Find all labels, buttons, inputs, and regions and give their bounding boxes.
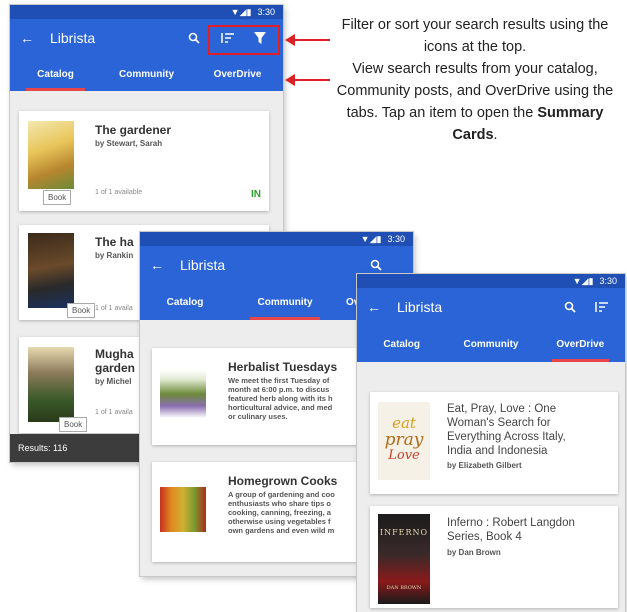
title-line: Series, Book 4 [447,531,522,543]
status-badge: IN [251,189,261,200]
screen-overdrive: ▼◢▮ 3:30 ← Librista Catalog Community Ov… [357,274,625,612]
app-title: Librista [180,257,226,273]
book-author: by Dan Brown [447,548,501,557]
back-arrow-icon[interactable]: ← [150,257,180,273]
tab-overdrive[interactable]: OverDrive [536,326,625,362]
annotation-arrow-tabs [285,74,330,86]
format-badge: Book [43,190,72,205]
search-icon[interactable] [363,259,389,271]
title-line: India and Indonesia [447,445,548,457]
post-title: Homegrown Cooks [228,474,338,488]
book-title: Inferno : Robert Langdon Series, Book 4 [447,516,575,544]
tab-catalog[interactable]: Catalog [140,284,230,320]
post-title: Herbalist Tuesdays [228,360,338,374]
book-title: The gardener [95,123,172,137]
sort-icon[interactable] [589,301,615,313]
app-title: Librista [397,299,443,315]
book-title-line2: garden [95,361,136,375]
highlight-box [208,25,280,55]
annotation-text: Filter or sort your search results using… [326,14,624,146]
tab-community[interactable]: Community [230,284,340,320]
cover-text: Love [388,448,420,463]
title-line: Inferno : Robert Langdon [447,517,575,529]
title-line: Woman's Search for [447,417,551,429]
tab-community[interactable]: Community [101,57,192,91]
status-time: 3:30 [387,234,405,244]
back-arrow-icon[interactable]: ← [367,299,397,315]
book-cover-image [28,233,74,308]
cover-text: DAN BROWN [386,585,422,591]
book-author: by Elizabeth Gilbert [447,461,522,470]
overdrive-card-eat-pray-love[interactable]: eat pray Love Eat, Pray, Love : One Woma… [370,392,618,494]
availability-text: 1 of 1 availa [95,305,133,312]
book-cover-image: INFERNO DAN BROWN [378,514,430,604]
annotation-line1: Filter or sort your search results using… [341,17,609,55]
book-cover-image: eat pray Love [378,402,430,480]
tab-catalog[interactable]: Catalog [10,57,101,91]
title-line: Everything Across Italy, [447,431,566,443]
status-bar: ▼◢▮ 3:30 [357,274,625,288]
signal-icon: ▼◢▮ [572,275,594,286]
status-bar: ▼◢▮ 3:30 [10,5,283,19]
signal-icon: ▼◢▮ [360,233,382,244]
availability-text: 1 of 1 availa [95,409,133,416]
tab-community[interactable]: Community [446,326,535,362]
tab-bar: Catalog Community OverDrive [357,326,625,362]
tab-bar: Catalog Community OverDrive [10,57,283,91]
format-badge: Book [59,417,88,432]
app-bar: ← Librista [357,288,625,326]
jars-image [160,487,206,532]
cover-text: pray [384,430,424,450]
format-badge: Book [67,303,96,318]
book-author: by Michel [95,377,132,386]
book-title: The ha [95,235,134,249]
tab-overdrive[interactable]: OverDrive [192,57,283,91]
book-title-line1: Mugha [95,347,134,361]
search-icon[interactable] [181,32,207,44]
book-title: Eat, Pray, Love : One Woman's Search for… [447,402,566,458]
book-author: by Stewart, Sarah [95,139,163,148]
status-bar: ▼◢▮ 3:30 [140,232,413,246]
annotation-period: . [493,127,498,143]
overdrive-card-inferno[interactable]: INFERNO DAN BROWN Inferno : Robert Langd… [370,506,618,608]
signal-icon: ▼◢▮ [230,6,252,17]
back-arrow-icon[interactable]: ← [20,30,50,46]
app-title: Librista [50,30,96,46]
status-time: 3:30 [257,7,275,17]
tab-catalog[interactable]: Catalog [357,326,446,362]
status-time: 3:30 [599,276,617,286]
book-cover-image [28,347,74,422]
herb-image [160,370,206,418]
book-author: by Rankin [95,251,134,260]
search-icon[interactable] [557,301,583,313]
annotation-arrow-icons [285,34,330,46]
title-line: Eat, Pray, Love : One [447,403,557,415]
availability-text: 1 of 1 available [95,189,143,196]
book-cover-image [28,121,74,189]
result-card-gardener[interactable]: The gardener by Stewart, Sarah 1 of 1 av… [19,111,269,211]
cover-text: INFERNO [379,528,429,537]
